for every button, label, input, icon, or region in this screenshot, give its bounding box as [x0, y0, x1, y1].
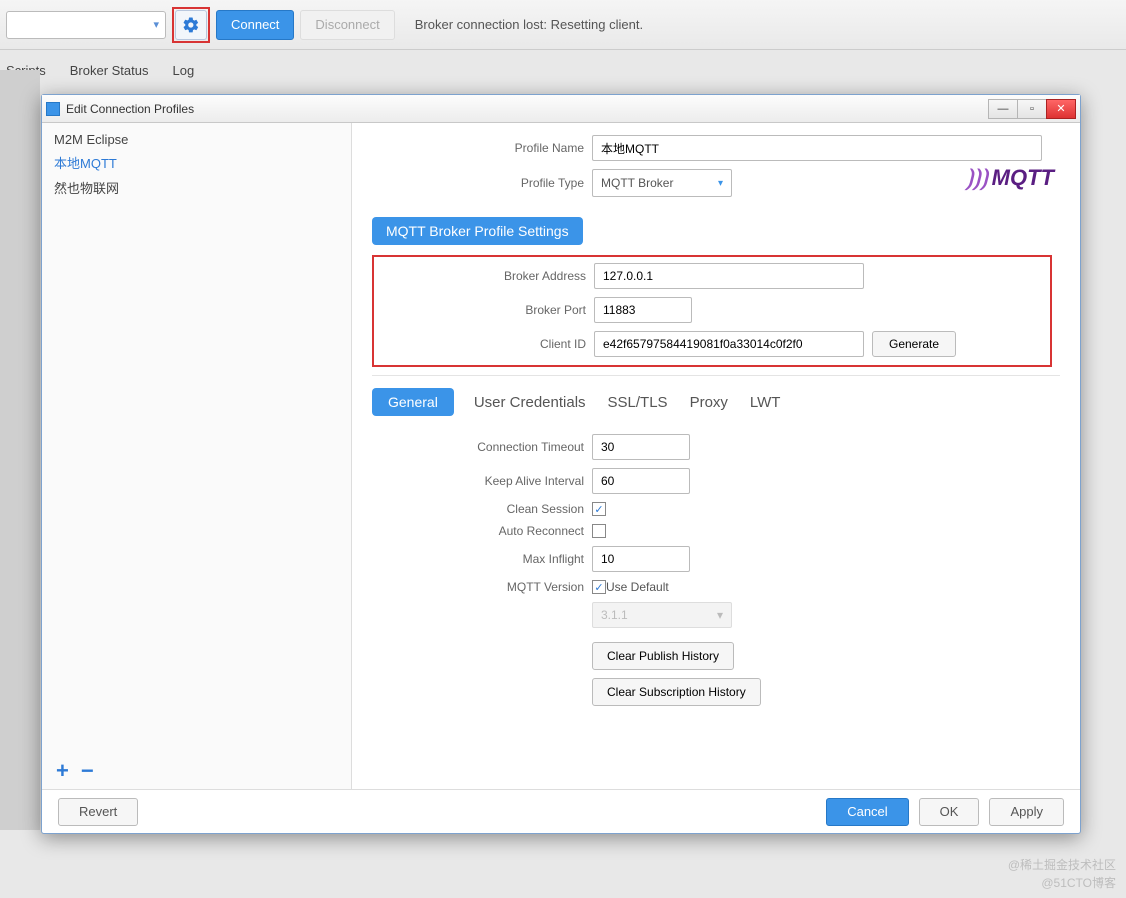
tab-broker-status[interactable]: Broker Status	[70, 63, 149, 78]
add-profile-button[interactable]: +	[56, 760, 69, 782]
profile-list: M2M Eclipse 本地MQTT 然也物联网	[42, 123, 351, 753]
profile-item[interactable]: M2M Eclipse	[42, 129, 351, 150]
minimize-button[interactable]: —	[988, 99, 1018, 119]
maximize-button[interactable]: ▫	[1017, 99, 1047, 119]
tab-ssl-tls[interactable]: SSL/TLS	[606, 390, 670, 415]
ok-button[interactable]: OK	[919, 798, 980, 826]
generate-client-id-button[interactable]: Generate	[872, 331, 956, 357]
dialog-title: Edit Connection Profiles	[66, 102, 194, 116]
connection-timeout-label: Connection Timeout	[372, 440, 592, 454]
profile-dropdown[interactable]: ▾	[6, 11, 166, 39]
settings-tabs: General User Credentials SSL/TLS Proxy L…	[372, 388, 1060, 416]
watermark: @稀土掘金技术社区 @51CTO博客	[1008, 856, 1116, 892]
gear-highlight-box	[172, 7, 210, 43]
broker-highlight-box: Broker Address Broker Port Client ID Gen…	[372, 255, 1052, 367]
connection-timeout-input[interactable]	[592, 434, 690, 460]
chevron-down-icon: ▾	[718, 178, 723, 189]
gear-icon	[182, 16, 200, 34]
app-icon	[46, 102, 60, 116]
auto-reconnect-label: Auto Reconnect	[372, 524, 592, 538]
clear-publish-history-button[interactable]: Clear Publish History	[592, 642, 734, 670]
dialog-title-bar: Edit Connection Profiles — ▫ ✕	[42, 95, 1080, 123]
mqtt-version-select: 3.1.1 ▾	[592, 602, 732, 628]
profile-name-input[interactable]	[592, 135, 1042, 161]
chevron-down-icon: ▾	[717, 608, 723, 622]
broker-address-label: Broker Address	[374, 269, 594, 283]
profile-type-label: Profile Type	[372, 176, 592, 190]
clean-session-label: Clean Session	[372, 502, 592, 516]
divider	[372, 375, 1060, 376]
main-toolbar: ▾ Connect Disconnect Broker connection l…	[0, 0, 1126, 50]
background-panel	[0, 70, 40, 830]
profiles-sidebar: M2M Eclipse 本地MQTT 然也物联网 + −	[42, 123, 352, 789]
profile-type-value: MQTT Broker	[601, 176, 673, 190]
sidebar-footer: + −	[42, 753, 351, 789]
mqtt-logo-icon: ⟯⟯⟯	[966, 165, 988, 191]
tab-user-credentials[interactable]: User Credentials	[472, 390, 588, 415]
max-inflight-label: Max Inflight	[372, 552, 592, 566]
dialog-footer: Revert Cancel OK Apply	[42, 789, 1080, 833]
close-button[interactable]: ✕	[1046, 99, 1076, 119]
remove-profile-button[interactable]: −	[81, 760, 94, 782]
revert-button[interactable]: Revert	[58, 798, 138, 826]
cancel-button[interactable]: Cancel	[826, 798, 908, 826]
broker-port-label: Broker Port	[374, 303, 594, 317]
client-id-input[interactable]	[594, 331, 864, 357]
connection-status-text: Broker connection lost: Resetting client…	[415, 17, 643, 32]
tab-log[interactable]: Log	[173, 63, 195, 78]
profile-item[interactable]: 本地MQTT	[42, 150, 351, 175]
mqtt-logo: ⟯⟯⟯ MQTT	[966, 165, 1054, 191]
settings-button[interactable]	[175, 10, 207, 40]
clear-subscription-history-button[interactable]: Clear Subscription History	[592, 678, 761, 706]
profile-settings-panel: Profile Name Profile Type MQTT Broker ▾ …	[352, 123, 1080, 789]
keep-alive-input[interactable]	[592, 468, 690, 494]
client-id-label: Client ID	[374, 337, 594, 351]
window-controls: — ▫ ✕	[989, 99, 1076, 119]
broker-settings-header: MQTT Broker Profile Settings	[372, 217, 583, 245]
main-tabs: Scripts Broker Status Log	[0, 50, 1126, 78]
profile-name-label: Profile Name	[372, 141, 592, 155]
clean-session-checkbox[interactable]	[592, 502, 606, 516]
tab-proxy[interactable]: Proxy	[688, 390, 730, 415]
use-default-checkbox[interactable]	[592, 580, 606, 594]
use-default-label: Use Default	[606, 580, 669, 594]
disconnect-button[interactable]: Disconnect	[300, 10, 394, 40]
tab-general[interactable]: General	[372, 388, 454, 416]
broker-address-input[interactable]	[594, 263, 864, 289]
broker-port-input[interactable]	[594, 297, 692, 323]
edit-connection-profiles-dialog: Edit Connection Profiles — ▫ ✕ M2M Eclip…	[41, 94, 1081, 834]
connect-button[interactable]: Connect	[216, 10, 294, 40]
profile-item[interactable]: 然也物联网	[42, 175, 351, 200]
mqtt-version-value: 3.1.1	[601, 608, 628, 622]
tab-lwt[interactable]: LWT	[748, 390, 783, 415]
keep-alive-label: Keep Alive Interval	[372, 474, 592, 488]
profile-type-select[interactable]: MQTT Broker ▾	[592, 169, 732, 197]
auto-reconnect-checkbox[interactable]	[592, 524, 606, 538]
mqtt-version-label: MQTT Version	[372, 580, 592, 594]
apply-button[interactable]: Apply	[989, 798, 1064, 826]
max-inflight-input[interactable]	[592, 546, 690, 572]
